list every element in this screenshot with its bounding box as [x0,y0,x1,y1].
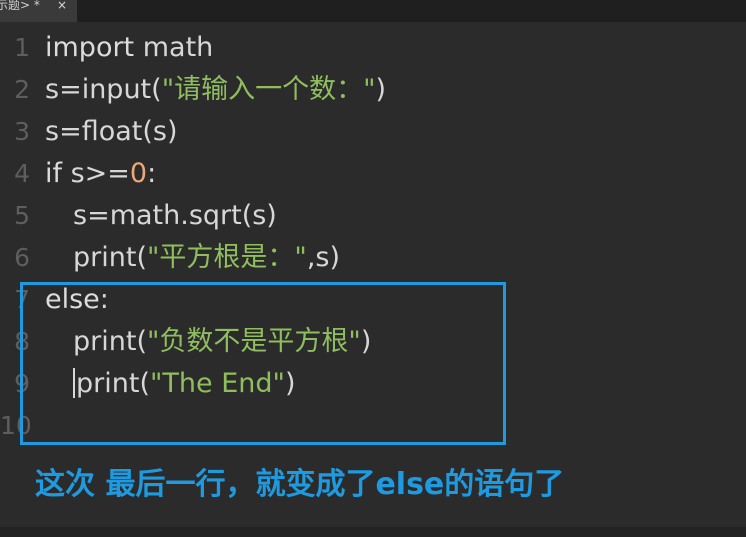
editor-window: 示题> * × 1 import math 2 s=input("请输入一个数：… [0,0,746,537]
line-number: 1 [14,33,30,62]
tab-title: 示题> * [0,0,40,12]
file-tab[interactable]: 示题> * × [0,0,77,22]
line-content: import math [45,32,214,63]
code-line: 5 s=math.sqrt(s) [0,195,746,237]
line-number: 6 [14,243,30,272]
highlight-annotation-box [20,282,506,445]
code-line: 2 s=input("请输入一个数：") [0,69,746,111]
close-icon[interactable]: × [57,0,67,13]
status-bar [0,527,746,537]
line-number: 2 [14,75,30,104]
code-line: 3 s=float(s) [0,111,746,153]
line-number: 5 [14,201,30,230]
line-content: print("平方根是：",s) [73,242,341,273]
code-line: 1 import math [0,27,746,69]
code-line: 6 print("平方根是：",s) [0,237,746,279]
line-number: 4 [14,159,30,188]
line-number: 3 [14,117,30,146]
code-line: 4 if s>=0: [0,153,746,195]
line-content: s=math.sqrt(s) [73,200,277,231]
code-editor[interactable]: 1 import math 2 s=input("请输入一个数：") 3 s=f… [0,22,746,527]
line-content: s=input("请输入一个数：") [45,74,387,105]
annotation-caption: 这次 最后一行，就变成了else的语句了 [35,467,565,502]
tab-bar: 示题> * × [0,0,746,22]
line-content: if s>=0: [45,158,157,189]
line-content: s=float(s) [45,116,178,147]
